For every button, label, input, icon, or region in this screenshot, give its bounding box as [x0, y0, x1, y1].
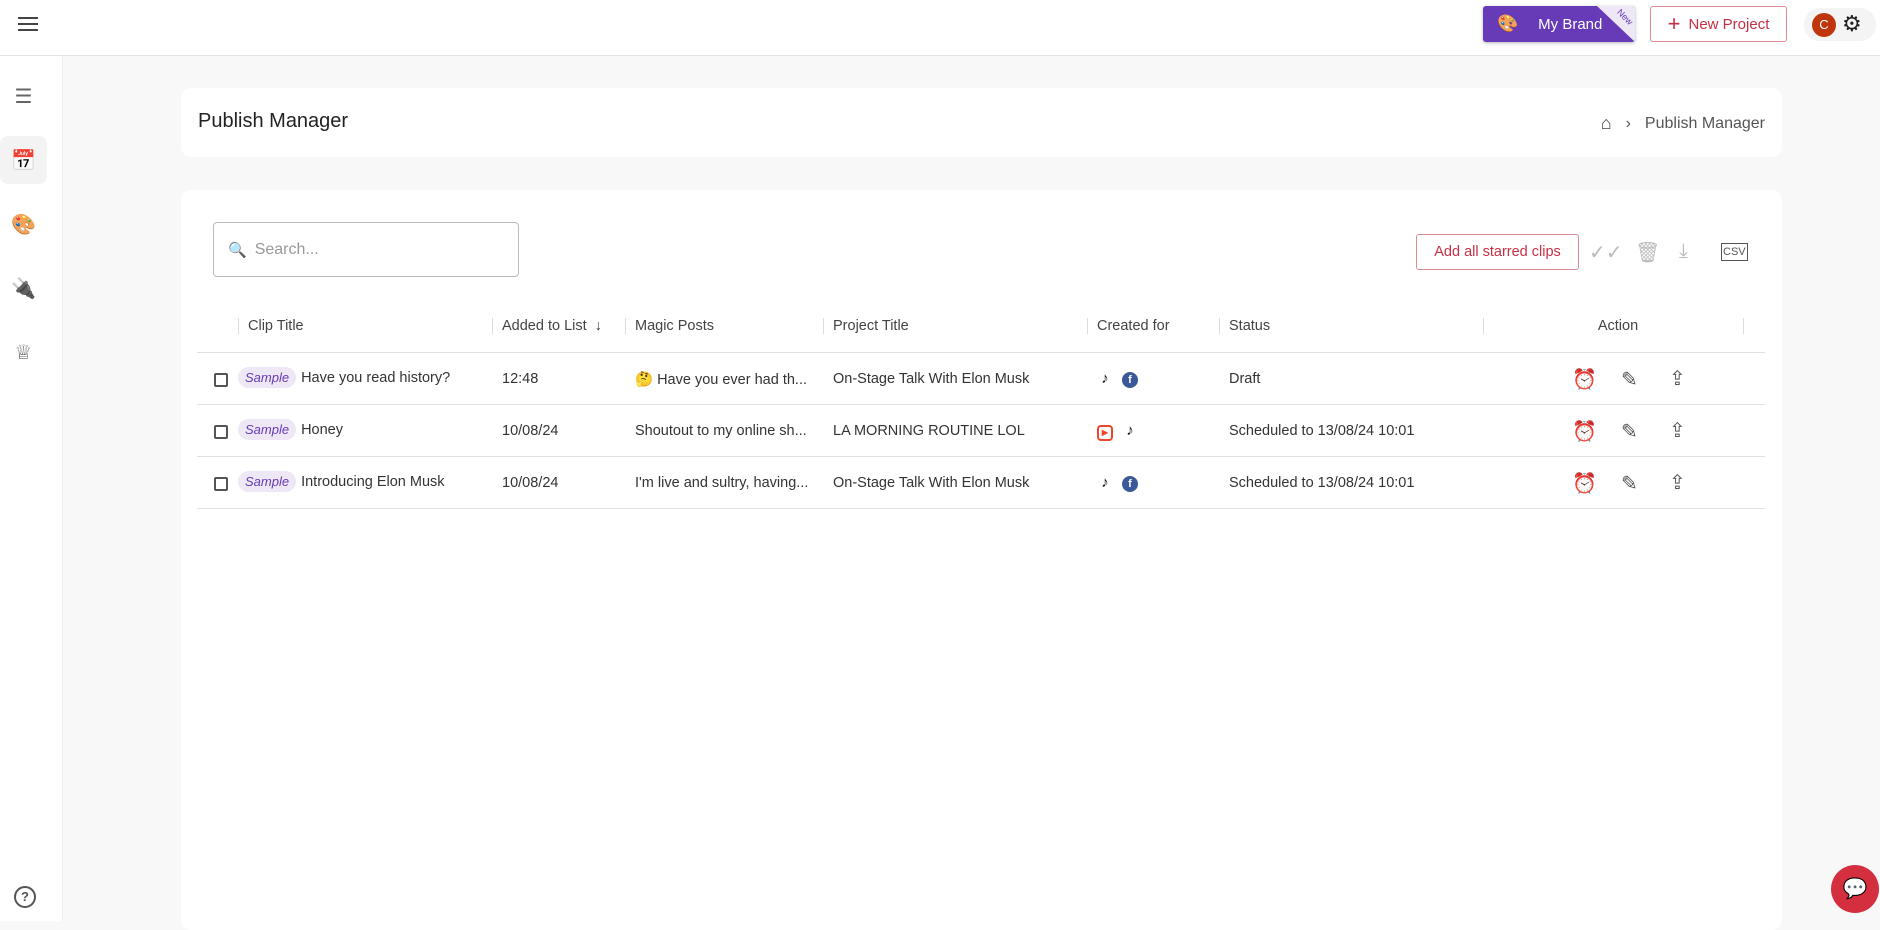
sidebar-item-calendar[interactable]: 📅 [0, 136, 47, 184]
magic-post-cell[interactable]: Shoutout to my online sh... [635, 423, 807, 439]
crown-icon: ♕ [14, 341, 33, 364]
tiktok-icon: ♪ [1101, 474, 1109, 491]
col-status[interactable]: Status [1219, 318, 1270, 334]
project-title-cell: On-Stage Talk With Elon Musk [833, 371, 1030, 387]
plus-icon: + [1667, 11, 1681, 36]
page-header: Publish Manager ⌂ › Publish Manager [181, 88, 1782, 157]
divider [197, 352, 1765, 353]
added-cell: 10/08/24 [502, 475, 559, 491]
col-label: Added to List [502, 318, 587, 334]
added-cell: 10/08/24 [502, 423, 559, 439]
sidebar: ☰ 📅 🎨 🔌 ♕ ? [0, 56, 63, 921]
schedule-alarm-icon[interactable]: ⏰ [1572, 471, 1597, 496]
tiktok-icon: ♪ [1126, 422, 1134, 439]
edit-icon[interactable]: ✎ [1621, 419, 1638, 444]
magic-post-cell[interactable]: I'm live and sultry, having... [635, 475, 808, 491]
breadcrumb-current: Publish Manager [1644, 114, 1765, 132]
sample-tag: Sample [238, 471, 297, 492]
share-icon[interactable]: ⇪ [1669, 470, 1686, 495]
status-cell: Scheduled to 13/08/24 10:01 [1229, 423, 1415, 439]
row-checkbox[interactable] [214, 477, 228, 491]
top-bar: 🎨 My Brand New + New Project C ⚙ [0, 0, 1880, 56]
double-check-icon[interactable]: ✓✓ [1589, 240, 1623, 265]
tiktok-icon: ♪ [1101, 370, 1109, 387]
magic-post-cell[interactable]: 🤔 Have you ever had th... [635, 371, 807, 388]
added-cell: 12:48 [502, 371, 539, 387]
schedule-alarm-icon[interactable]: ⏰ [1572, 367, 1597, 392]
clip-title[interactable]: Honey [301, 422, 343, 438]
gear-icon[interactable]: ⚙ [1842, 11, 1862, 37]
col-created-for[interactable]: Created for [1087, 318, 1170, 334]
publish-list-card: 🔍 Add all starred clips ✓✓ 🗑 ⤓ CSV Clip … [181, 190, 1782, 930]
download-icon[interactable]: ⤓ [1679, 240, 1688, 263]
avatar[interactable]: C [1812, 13, 1836, 37]
project-title-cell: LA MORNING ROUTINE LOL [833, 423, 1025, 439]
search-input[interactable] [254, 240, 505, 259]
search-field[interactable]: 🔍 [213, 222, 519, 277]
chevron-right-icon: › [1625, 114, 1631, 132]
created-for-cell: ♪ f [1097, 371, 1147, 388]
divider [197, 456, 1765, 457]
share-icon[interactable]: ⇪ [1669, 366, 1686, 391]
sidebar-item-brand[interactable]: 🎨 [0, 200, 47, 248]
col-clip-title[interactable]: Clip Title [238, 318, 304, 334]
status-cell: Scheduled to 13/08/24 10:01 [1229, 475, 1415, 491]
facebook-icon: f [1122, 476, 1138, 492]
sample-tag: Sample [238, 419, 297, 440]
sidebar-item-projects[interactable]: ☰ [0, 72, 47, 120]
user-menu[interactable]: C ⚙ [1804, 8, 1876, 41]
created-for-cell: ▶ ♪ [1097, 423, 1147, 441]
my-brand-button[interactable]: 🎨 My Brand New [1483, 6, 1635, 42]
col-project-title[interactable]: Project Title [823, 318, 909, 334]
menu-icon[interactable] [18, 17, 38, 33]
palette-icon: 🎨 [1497, 14, 1519, 33]
sidebar-item-integrations[interactable]: 🔌 [0, 264, 47, 312]
schedule-alarm-icon[interactable]: ⏰ [1572, 419, 1597, 444]
calendar-icon: 📅 [11, 149, 36, 172]
breadcrumb: ⌂ › Publish Manager [1601, 113, 1765, 134]
add-starred-clips-button[interactable]: Add all starred clips [1416, 234, 1579, 270]
facebook-icon: f [1122, 372, 1138, 388]
new-project-label: New Project [1688, 15, 1770, 33]
row-checkbox[interactable] [214, 425, 228, 439]
page-title: Publish Manager [198, 110, 349, 132]
col-action: Action [1483, 318, 1743, 334]
palette-icon: 🎨 [11, 213, 36, 236]
divider [197, 404, 1765, 405]
trash-icon[interactable]: 🗑 [1635, 240, 1660, 265]
chat-launcher-icon[interactable]: 💬 [1831, 865, 1879, 913]
plug-icon: 🔌 [11, 277, 36, 300]
home-icon[interactable]: ⌂ [1601, 113, 1612, 134]
col-magic-posts[interactable]: Magic Posts [625, 318, 714, 334]
arrow-down-icon: ↓ [594, 318, 602, 334]
clip-title-cell: Sample Have you read history? [238, 367, 450, 388]
search-icon: 🔍 [228, 241, 247, 259]
instagram-reels-icon: ▶ [1097, 425, 1113, 441]
row-checkbox[interactable] [214, 373, 228, 387]
clip-title-cell: Sample Honey [238, 419, 343, 440]
clip-title-cell: Sample Introducing Elon Musk [238, 471, 445, 492]
sample-tag: Sample [238, 367, 297, 388]
status-cell: Draft [1229, 371, 1261, 387]
divider [197, 508, 1765, 509]
edit-icon[interactable]: ✎ [1621, 471, 1638, 496]
clip-title[interactable]: Introducing Elon Musk [301, 474, 444, 490]
projects-icon: ☰ [14, 85, 33, 108]
new-project-button[interactable]: + New Project [1650, 6, 1787, 42]
clip-title[interactable]: Have you read history? [301, 370, 450, 386]
created-for-cell: ♪ f [1097, 475, 1147, 492]
help-icon[interactable]: ? [14, 886, 36, 908]
col-added-to-list[interactable]: Added to List ↓ [492, 318, 602, 334]
my-brand-label: My Brand [1538, 15, 1603, 33]
edit-icon[interactable]: ✎ [1621, 367, 1638, 392]
col-divider [1743, 318, 1744, 334]
project-title-cell: On-Stage Talk With Elon Musk [833, 475, 1030, 491]
share-icon[interactable]: ⇪ [1669, 418, 1686, 443]
csv-export-icon[interactable]: CSV [1721, 243, 1748, 261]
sidebar-item-plans[interactable]: ♕ [0, 328, 47, 376]
